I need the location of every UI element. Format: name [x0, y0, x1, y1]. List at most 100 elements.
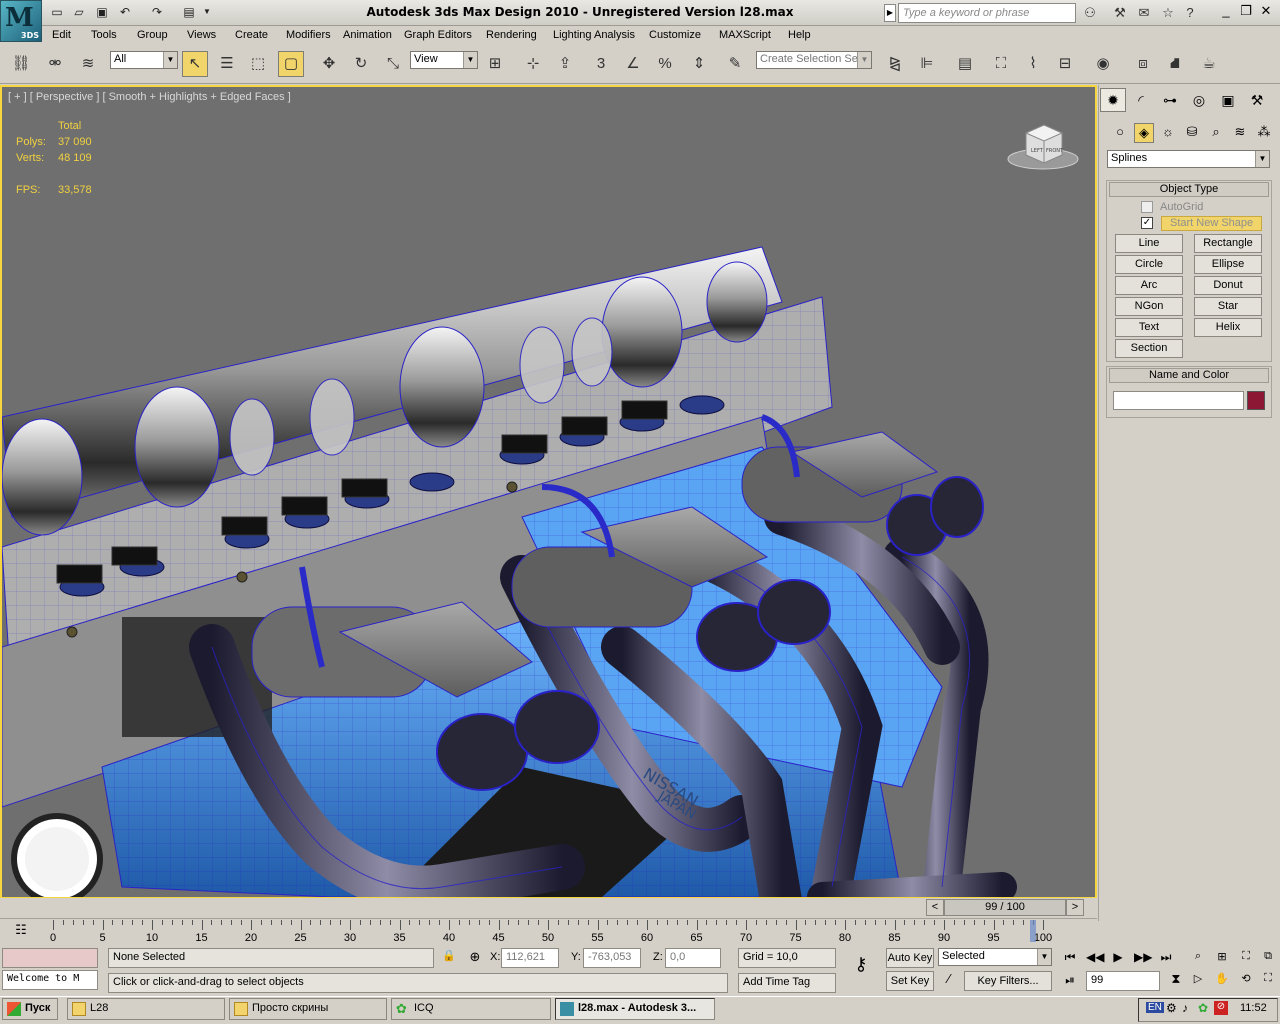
ellipse-button[interactable]: Ellipse: [1194, 255, 1262, 274]
play-icon[interactable]: ▶: [1110, 950, 1126, 968]
motion-tab-icon[interactable]: ◎: [1186, 88, 1212, 112]
menu-customize[interactable]: Customize: [649, 27, 701, 44]
mirror-icon[interactable]: ⧎: [882, 51, 908, 77]
object-category-dropdown[interactable]: Splines ▼: [1107, 150, 1270, 168]
z-coord-input[interactable]: 0,0: [665, 948, 721, 968]
hierarchy-tab-icon[interactable]: ⊶: [1157, 88, 1183, 112]
maximize-viewport-icon[interactable]: ⛶: [1258, 972, 1278, 990]
rectangular-selection-region-icon[interactable]: ⬚: [245, 51, 271, 77]
rectangle-button[interactable]: Rectangle: [1194, 234, 1262, 253]
menu-maxscript[interactable]: MAXScript: [719, 27, 771, 44]
network-tray-icon[interactable]: ⚙: [1166, 1001, 1177, 1015]
save-file-icon[interactable]: ▣: [93, 3, 111, 21]
object-color-swatch[interactable]: [1247, 391, 1265, 410]
select-and-move-icon[interactable]: ✥: [316, 51, 342, 77]
taskbar-item-screens[interactable]: Просто скрины: [229, 998, 387, 1020]
subscription-center-icon[interactable]: ⚒: [1110, 3, 1130, 23]
restore-icon[interactable]: ❐: [1236, 3, 1256, 21]
absolute-mode-transform-icon[interactable]: ⊕: [466, 949, 484, 967]
edit-named-selection-icon[interactable]: ✎: [722, 51, 748, 77]
circle-button[interactable]: Circle: [1115, 255, 1183, 274]
binoculars-icon[interactable]: ⚇: [1080, 3, 1100, 23]
taskbar-item-3dsmax[interactable]: l28.max - Autodesk 3...: [555, 998, 715, 1020]
key-filters-button[interactable]: Key Filters...: [964, 971, 1052, 991]
menu-help[interactable]: Help: [788, 27, 811, 44]
go-to-start-icon[interactable]: ⏮: [1062, 950, 1078, 968]
create-tab-icon[interactable]: ✹: [1100, 88, 1126, 112]
graphite-modeling-tools-icon[interactable]: ⛶: [988, 51, 1014, 77]
key-mode-toggle-icon[interactable]: ⏯: [1062, 973, 1078, 991]
pivot-center-icon[interactable]: ⊞: [482, 51, 508, 77]
zoom-extents-all-icon[interactable]: ⧉: [1258, 950, 1278, 968]
display-tab-icon[interactable]: ▣: [1215, 88, 1241, 112]
section-button[interactable]: Section: [1115, 339, 1183, 358]
menu-edit[interactable]: Edit: [52, 27, 71, 44]
redo-icon[interactable]: ↷: [148, 3, 166, 21]
unlink-selection-icon[interactable]: ⚮: [42, 51, 68, 77]
new-file-icon[interactable]: ▭: [48, 3, 66, 21]
snaps-toggle-icon[interactable]: 3: [588, 51, 614, 77]
select-by-name-icon[interactable]: ☰: [214, 51, 240, 77]
antivirus-tray-icon[interactable]: ⊘: [1214, 1001, 1228, 1015]
start-button[interactable]: Пуск: [2, 998, 58, 1020]
menu-views[interactable]: Views: [187, 27, 216, 44]
search-expand-icon[interactable]: ▶: [884, 4, 896, 22]
arc-button[interactable]: Arc: [1115, 276, 1183, 295]
taskbar-item-l28[interactable]: L28: [67, 998, 225, 1020]
close-icon[interactable]: ✕: [1256, 3, 1276, 21]
shapes-category-icon[interactable]: ◈: [1134, 123, 1154, 143]
menu-animation[interactable]: Animation: [343, 27, 392, 44]
line-button[interactable]: Line: [1115, 234, 1183, 253]
maxscript-listener-mini[interactable]: [2, 948, 98, 968]
default-tangent-icon[interactable]: ⁄: [938, 971, 960, 991]
menu-graph-editors[interactable]: Graph Editors: [404, 27, 472, 44]
auto-key-button[interactable]: Auto Key: [886, 948, 934, 968]
star-button[interactable]: Star: [1194, 297, 1262, 316]
percent-snap-icon[interactable]: %: [652, 51, 678, 77]
geometry-category-icon[interactable]: ○: [1110, 123, 1130, 143]
quick-access-dropdown-icon[interactable]: ▼: [200, 3, 214, 21]
menu-group[interactable]: Group: [137, 27, 168, 44]
select-and-scale-icon[interactable]: ⤡: [380, 51, 406, 77]
field-of-view-icon[interactable]: ▷: [1188, 972, 1208, 990]
x-coord-input[interactable]: 112,621: [501, 948, 559, 968]
zoom-all-icon[interactable]: ⊞: [1212, 950, 1232, 968]
orbit-gizmo[interactable]: [11, 813, 103, 897]
selection-filter-dropdown[interactable]: All ▼: [110, 51, 178, 69]
menu-rendering[interactable]: Rendering: [486, 27, 537, 44]
taskbar-item-icq[interactable]: ✿ ICQ: [391, 998, 551, 1020]
start-new-shape-button[interactable]: Start New Shape: [1161, 216, 1262, 231]
perspective-viewport[interactable]: NISSAN JAPAN [ + ] [ Perspective ] [ Smo…: [0, 85, 1097, 899]
menu-create[interactable]: Create: [235, 27, 268, 44]
object-type-rollout-title[interactable]: Object Type: [1109, 182, 1269, 197]
maxscript-mini-input[interactable]: Welcome to M: [2, 970, 98, 990]
lights-category-icon[interactable]: ☼: [1158, 123, 1178, 143]
menu-modifiers[interactable]: Modifiers: [286, 27, 331, 44]
y-coord-input[interactable]: -763,053: [583, 948, 641, 968]
autogrid-checkbox[interactable]: [1141, 201, 1153, 213]
zoom-icon[interactable]: ⌕: [1188, 950, 1208, 968]
time-slider-prev[interactable]: <: [926, 899, 944, 916]
object-name-input[interactable]: [1113, 391, 1244, 410]
application-menu-button[interactable]: M 3DS: [0, 0, 42, 42]
donut-button[interactable]: Donut: [1194, 276, 1262, 295]
systems-category-icon[interactable]: ⁂: [1254, 123, 1274, 143]
minimize-icon[interactable]: _: [1216, 3, 1236, 21]
volume-tray-icon[interactable]: ♪: [1182, 1001, 1188, 1015]
set-key-button[interactable]: Set Key: [886, 971, 934, 991]
material-editor-icon[interactable]: ◉: [1090, 51, 1116, 77]
zoom-extents-icon[interactable]: ⛶: [1236, 950, 1256, 968]
text-button[interactable]: Text: [1115, 318, 1183, 337]
space-warps-category-icon[interactable]: ≋: [1230, 123, 1250, 143]
cameras-category-icon[interactable]: ⛁: [1182, 123, 1202, 143]
render-setup-icon[interactable]: ⧈: [1130, 51, 1156, 77]
project-folder-icon[interactable]: ▤: [180, 3, 198, 21]
lock-selection-icon[interactable]: 🔒: [442, 949, 456, 967]
help-icon[interactable]: ?: [1180, 3, 1200, 23]
next-frame-icon[interactable]: ▶▶: [1134, 950, 1152, 968]
language-indicator[interactable]: EN: [1146, 1002, 1164, 1013]
add-time-tag-button[interactable]: Add Time Tag: [738, 973, 836, 993]
current-frame-input[interactable]: 99: [1086, 971, 1160, 991]
select-and-manipulate-icon[interactable]: ⊹: [520, 51, 546, 77]
menu-tools[interactable]: Tools: [91, 27, 117, 44]
